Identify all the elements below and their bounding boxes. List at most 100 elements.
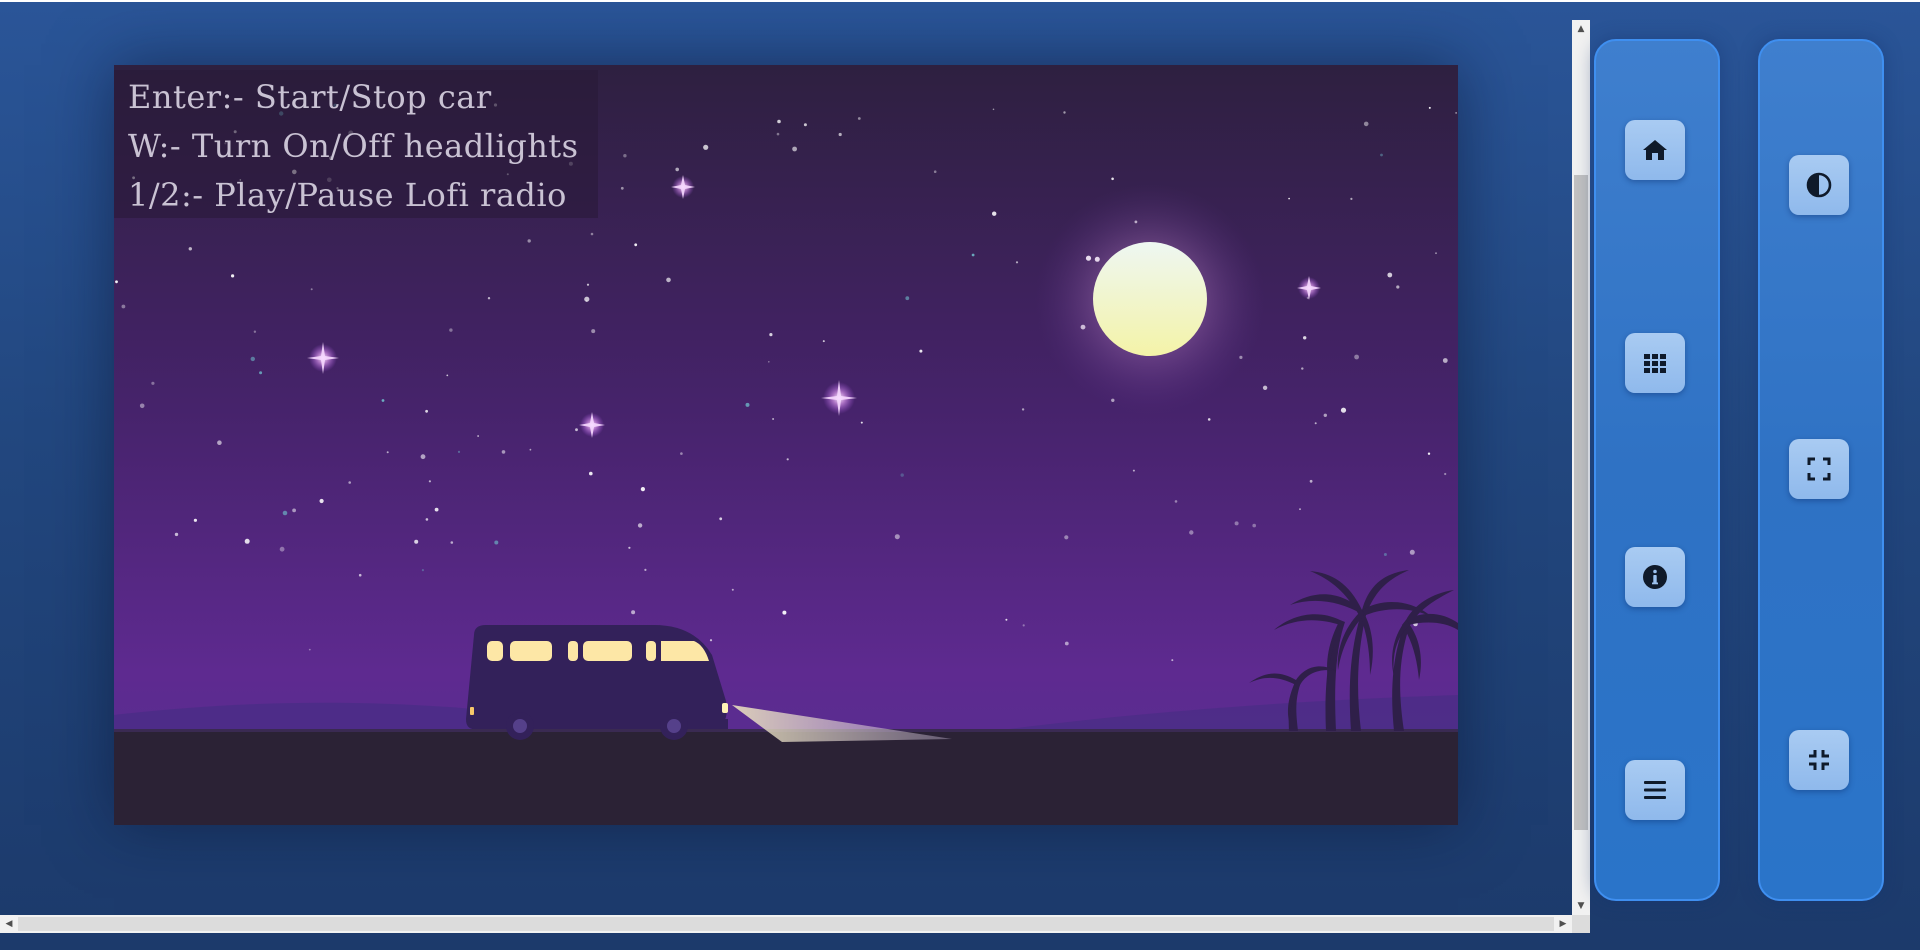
- star: [348, 481, 351, 484]
- star: [188, 247, 192, 251]
- star: [894, 534, 900, 540]
- star: [586, 283, 590, 286]
- star: [139, 403, 145, 409]
- scroll-right-arrow-icon[interactable]: ▶: [1554, 915, 1572, 933]
- star: [1171, 659, 1174, 662]
- star: [1301, 367, 1304, 370]
- horizontal-scrollbar[interactable]: ◀ ▶: [0, 915, 1572, 933]
- scroll-left-arrow-icon[interactable]: ◀: [0, 915, 18, 933]
- star: [1383, 553, 1387, 556]
- info-icon: [1643, 565, 1667, 589]
- star: [637, 523, 643, 528]
- exit-fullscreen-icon: [1809, 750, 1829, 770]
- star: [640, 487, 646, 492]
- star: [487, 297, 491, 300]
- star: [319, 498, 324, 504]
- star: [386, 451, 389, 454]
- star: [1207, 418, 1211, 421]
- horizontal-scroll-thumb[interactable]: [18, 917, 1554, 931]
- star: [421, 569, 424, 572]
- star: [803, 123, 807, 127]
- star: [282, 510, 288, 516]
- star: [1299, 508, 1301, 511]
- star: [919, 349, 923, 353]
- contrast-toggle-button[interactable]: [1789, 155, 1849, 215]
- star: [838, 132, 842, 137]
- star: [634, 243, 638, 247]
- star: [449, 328, 453, 332]
- star: [121, 304, 126, 309]
- star: [529, 448, 532, 451]
- info-button[interactable]: [1625, 547, 1685, 607]
- home-icon: [1643, 140, 1667, 160]
- star: [1428, 106, 1431, 109]
- star: [1063, 111, 1066, 114]
- star: [1350, 197, 1353, 200]
- star: [231, 274, 235, 278]
- star: [782, 610, 787, 615]
- star: [259, 371, 263, 375]
- star: [434, 507, 439, 512]
- star: [731, 588, 734, 591]
- star: [501, 450, 506, 454]
- star: [786, 458, 789, 461]
- lofi-night-scene[interactable]: Enter:- Start/Stop car W:- Turn On/Off h…: [114, 65, 1458, 825]
- vertical-scroll-thumb[interactable]: [1574, 175, 1588, 830]
- star: [1132, 469, 1135, 472]
- star: [450, 541, 454, 544]
- home-button[interactable]: [1625, 120, 1685, 180]
- star: [620, 186, 624, 190]
- hamburger-menu-icon: [1644, 781, 1666, 799]
- star: [1323, 413, 1328, 417]
- star: [151, 381, 155, 385]
- exit-fullscreen-button[interactable]: [1789, 730, 1849, 790]
- star: [1340, 407, 1347, 413]
- star: [772, 418, 775, 420]
- star: [425, 518, 429, 521]
- star: [310, 288, 313, 291]
- star: [414, 539, 419, 544]
- left-nav-panel: [1594, 39, 1720, 901]
- star: [446, 374, 449, 377]
- star: [1005, 618, 1008, 621]
- camper-van: [466, 625, 728, 740]
- star: [1189, 530, 1194, 535]
- star: [792, 146, 797, 152]
- star: [253, 330, 257, 333]
- star: [1021, 408, 1025, 411]
- star: [719, 517, 723, 521]
- scroll-up-arrow-icon[interactable]: ▲: [1572, 20, 1590, 38]
- star: [992, 108, 995, 111]
- star: [358, 573, 362, 577]
- apps-grid-button[interactable]: [1625, 333, 1685, 393]
- page-viewport: Enter:- Start/Stop car W:- Turn On/Off h…: [0, 2, 1920, 950]
- star: [631, 610, 636, 615]
- ground: [114, 731, 1458, 825]
- star: [1022, 624, 1025, 627]
- star: [628, 546, 631, 549]
- fullscreen-button[interactable]: [1789, 439, 1849, 499]
- star: [494, 540, 499, 545]
- star: [1380, 153, 1383, 157]
- scroll-down-arrow-icon[interactable]: ▼: [1572, 897, 1590, 915]
- star: [992, 211, 997, 216]
- star: [1435, 252, 1437, 255]
- right-control-panel: [1758, 39, 1884, 901]
- star: [644, 568, 647, 571]
- star: [1234, 521, 1239, 526]
- star: [527, 239, 531, 243]
- star: [822, 340, 825, 343]
- star: [769, 333, 773, 337]
- fullscreen-icon: [1807, 457, 1831, 481]
- star: [933, 170, 937, 173]
- star: [900, 473, 904, 477]
- star: [1303, 336, 1307, 340]
- star: [292, 508, 296, 513]
- moon: [1035, 184, 1265, 414]
- star: [680, 452, 683, 455]
- vertical-scrollbar[interactable]: ▲ ▼: [1572, 20, 1590, 915]
- star: [666, 277, 671, 283]
- menu-button[interactable]: [1625, 760, 1685, 820]
- scrollbar-corner: [1572, 915, 1590, 933]
- star: [1064, 535, 1069, 540]
